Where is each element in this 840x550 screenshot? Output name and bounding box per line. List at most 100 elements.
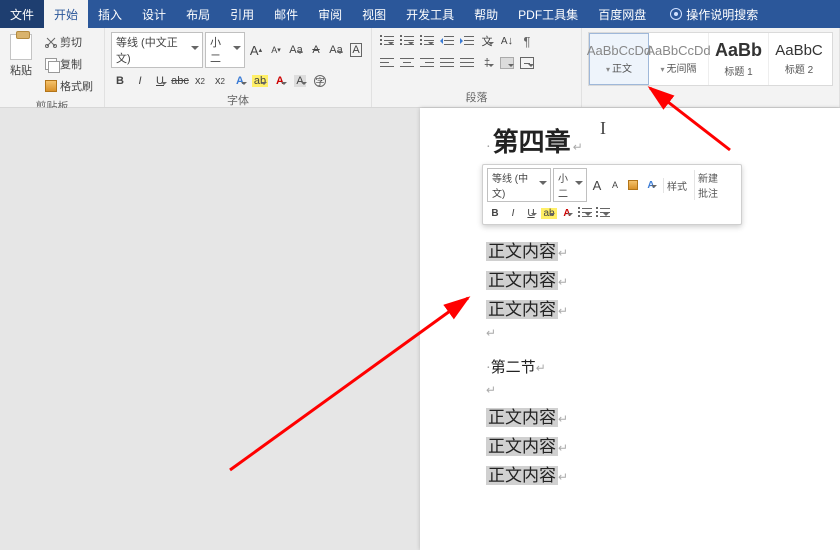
paste-icon bbox=[10, 34, 32, 60]
body-line-4[interactable]: 正文内容↵ bbox=[486, 403, 820, 428]
style-normal[interactable]: AaBbCcDd ▾正文 bbox=[589, 33, 649, 85]
tab-insert[interactable]: 插入 bbox=[88, 0, 132, 28]
tab-baidu-netdisk[interactable]: 百度网盘 bbox=[588, 0, 656, 28]
increase-indent-button[interactable] bbox=[458, 32, 476, 50]
workspace: I · 第四章 ↵ 正文内容↵ 正文内容↵ 正文内容↵ ↵ ·第二节↵ ↵ 正文… bbox=[0, 108, 840, 550]
mini-increase-font[interactable]: A bbox=[589, 177, 605, 193]
align-right-button[interactable] bbox=[418, 54, 436, 72]
align-justify-icon bbox=[440, 57, 454, 69]
tab-file[interactable]: 文件 bbox=[0, 0, 44, 28]
tab-review[interactable]: 审阅 bbox=[308, 0, 352, 28]
phonetic-guide-button[interactable]: Aa bbox=[327, 41, 345, 59]
font-name-select[interactable]: 等线 (中文正文) bbox=[111, 32, 203, 68]
numbering-button[interactable] bbox=[398, 32, 416, 50]
underline-button[interactable]: U bbox=[151, 72, 169, 90]
multilevel-list-button[interactable] bbox=[418, 32, 436, 50]
text-effects-button[interactable]: A bbox=[231, 72, 249, 90]
mini-highlight-icon: ab bbox=[541, 208, 556, 219]
mini-highlight[interactable]: ab bbox=[541, 205, 557, 221]
align-center-icon bbox=[400, 57, 414, 69]
line-spacing-button[interactable]: ‡ bbox=[478, 54, 496, 72]
body-line-1[interactable]: 正文内容↵ bbox=[486, 237, 820, 262]
enclose-char-button[interactable]: 字 bbox=[311, 72, 329, 90]
mini-bold[interactable]: B bbox=[487, 205, 503, 221]
pilcrow-icon: ¶ bbox=[524, 34, 531, 49]
empty-line-1[interactable]: ↵ bbox=[486, 324, 820, 342]
mini-styles-button[interactable]: 样式 bbox=[663, 178, 690, 193]
tab-home[interactable]: 开始 bbox=[44, 0, 88, 28]
heading-line[interactable]: · 第四章 ↵ bbox=[486, 122, 820, 159]
tab-help[interactable]: 帮助 bbox=[464, 0, 508, 28]
mini-font-name-select[interactable]: 等线 (中文) bbox=[487, 168, 551, 202]
mini-new-comment-button[interactable]: 新建 批注 bbox=[694, 170, 721, 200]
style-normal-name: 正文 bbox=[612, 64, 632, 75]
return-mark-icon: ↵ bbox=[573, 140, 583, 155]
style-h2-preview: AaBbC bbox=[775, 42, 823, 59]
superscript-button[interactable]: x2 bbox=[211, 72, 229, 90]
align-justify-button[interactable] bbox=[438, 54, 456, 72]
mini-decrease-font[interactable]: A bbox=[607, 177, 623, 193]
style-heading2[interactable]: AaBbC 标题 2 bbox=[769, 33, 829, 85]
lightbulb-icon bbox=[670, 8, 682, 20]
show-marks-button[interactable]: ¶ bbox=[518, 32, 536, 50]
mini-font-size-select[interactable]: 小二 bbox=[553, 168, 587, 202]
decrease-font-button[interactable]: A▾ bbox=[267, 41, 285, 59]
font-size-select[interactable]: 小二 bbox=[205, 32, 245, 68]
change-case-button[interactable]: Aa bbox=[287, 41, 305, 59]
strikethrough-button[interactable]: abc bbox=[171, 72, 189, 90]
mini-italic[interactable]: I bbox=[505, 205, 521, 221]
tab-developer[interactable]: 开发工具 bbox=[396, 0, 464, 28]
subheading-line[interactable]: ·第二节↵ bbox=[486, 356, 820, 377]
mini-toolbar: 等线 (中文) 小二 A A A 样式 新建 批注 B I U ab A bbox=[482, 164, 742, 225]
document-page[interactable]: I · 第四章 ↵ 正文内容↵ 正文内容↵ 正文内容↵ ↵ ·第二节↵ ↵ 正文… bbox=[420, 108, 840, 550]
tab-layout[interactable]: 布局 bbox=[176, 0, 220, 28]
mini-numbering[interactable] bbox=[595, 205, 611, 221]
bullets-button[interactable] bbox=[378, 32, 396, 50]
tab-references[interactable]: 引用 bbox=[220, 0, 264, 28]
style-heading1[interactable]: AaBb 标题 1 bbox=[709, 33, 769, 85]
mini-format-painter[interactable] bbox=[625, 177, 641, 193]
char-border-button[interactable]: A bbox=[347, 41, 365, 59]
mini-bullets-icon bbox=[578, 207, 592, 219]
styles-gallery: AaBbCcDd ▾正文 AaBbCcDd ▾无间隔 AaBb 标题 1 AaB… bbox=[588, 32, 833, 86]
subscript-button[interactable]: x2 bbox=[191, 72, 209, 90]
sort-button[interactable]: A↓ bbox=[498, 32, 516, 50]
tab-mailings[interactable]: 邮件 bbox=[264, 0, 308, 28]
asian-layout-button[interactable]: 文 bbox=[478, 32, 496, 50]
body-line-2[interactable]: 正文内容↵ bbox=[486, 266, 820, 291]
decrease-indent-button[interactable] bbox=[438, 32, 456, 50]
style-no-spacing[interactable]: AaBbCcDd ▾无间隔 bbox=[649, 33, 709, 85]
body-line-3[interactable]: 正文内容↵ bbox=[486, 295, 820, 320]
style-h1-name: 标题 1 bbox=[724, 63, 752, 78]
body-line-5[interactable]: 正文内容↵ bbox=[486, 432, 820, 457]
char-shading-button[interactable]: A bbox=[291, 72, 309, 90]
paste-button[interactable]: 粘贴 bbox=[6, 32, 36, 80]
font-color-button[interactable]: A bbox=[271, 72, 289, 90]
shading-button[interactable] bbox=[498, 54, 516, 72]
align-left-button[interactable] bbox=[378, 54, 396, 72]
align-center-button[interactable] bbox=[398, 54, 416, 72]
align-distributed-icon bbox=[460, 57, 474, 69]
mini-bullets[interactable] bbox=[577, 205, 593, 221]
clear-format-button[interactable]: A bbox=[307, 41, 325, 59]
mini-underline[interactable]: U bbox=[523, 205, 539, 221]
font-color-icon: A bbox=[276, 75, 284, 87]
group-paragraph: 文 A↓ ¶ ‡ 段落 bbox=[372, 28, 582, 107]
tell-me-search[interactable]: 操作说明搜索 bbox=[662, 0, 766, 28]
increase-font-button[interactable]: A▴ bbox=[247, 41, 265, 59]
mini-font-color[interactable]: A bbox=[559, 205, 575, 221]
empty-line-2[interactable]: ↵ bbox=[486, 381, 820, 399]
tab-pdf-tools[interactable]: PDF工具集 bbox=[508, 0, 588, 28]
cut-button[interactable]: 剪切 bbox=[40, 32, 98, 52]
highlight-button[interactable]: ab bbox=[251, 72, 269, 90]
body-line-6[interactable]: 正文内容↵ bbox=[486, 461, 820, 486]
borders-button[interactable] bbox=[518, 54, 536, 72]
italic-button[interactable]: I bbox=[131, 72, 149, 90]
mini-styles-quick[interactable]: A bbox=[643, 177, 659, 193]
align-distributed-button[interactable] bbox=[458, 54, 476, 72]
tab-design[interactable]: 设计 bbox=[132, 0, 176, 28]
tab-view[interactable]: 视图 bbox=[352, 0, 396, 28]
copy-button[interactable]: 复制 bbox=[40, 54, 98, 74]
bold-button[interactable]: B bbox=[111, 72, 129, 90]
format-painter-button[interactable]: 格式刷 bbox=[40, 76, 98, 96]
